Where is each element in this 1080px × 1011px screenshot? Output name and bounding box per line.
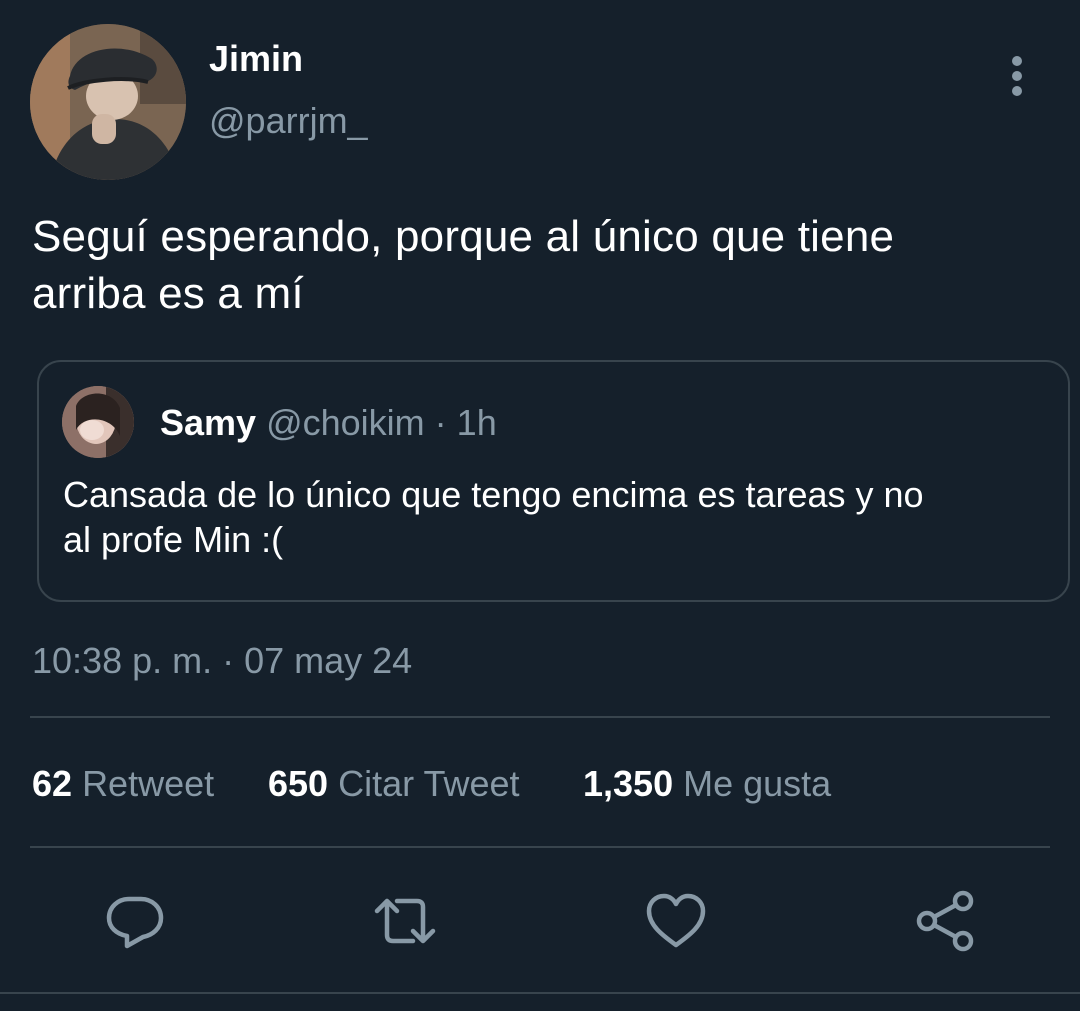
quoted-avatar-image: [62, 386, 134, 458]
quoted-tweet-text: Cansada de lo único que tengo encima es …: [63, 472, 1023, 562]
likes-stat[interactable]: 1,350 Me gusta: [583, 763, 831, 805]
retweet-button[interactable]: [373, 889, 437, 953]
share-button[interactable]: [913, 889, 977, 953]
quoted-tweet-age: 1h: [456, 402, 497, 443]
quoted-separator: ·: [424, 402, 457, 443]
reply-icon: [106, 896, 164, 949]
tweet-timestamp[interactable]: 10:38 p. m. · 07 may 24: [32, 640, 412, 682]
quoted-author-name[interactable]: Samy: [160, 402, 256, 443]
quote-tweets-count: 650: [268, 763, 329, 804]
author-avatar-image: [30, 24, 186, 180]
author-avatar[interactable]: [30, 24, 186, 180]
likes-label: Me gusta: [683, 763, 832, 804]
heart-icon: [646, 893, 706, 948]
tweet-text: Seguí esperando, porque al único que tie…: [32, 208, 1042, 322]
author-handle[interactable]: @parrjm_: [209, 100, 368, 142]
retweet-icon: [374, 898, 436, 944]
more-options-button[interactable]: [998, 52, 1038, 100]
quote-tweets-label: Citar Tweet: [338, 763, 520, 804]
retweets-stat[interactable]: 62 Retweet: [32, 763, 214, 805]
retweets-label: Retweet: [82, 763, 215, 804]
author-display-name[interactable]: Jimin: [209, 38, 303, 80]
likes-count: 1,350: [583, 763, 674, 804]
divider: [30, 716, 1050, 718]
quoted-text-line: Cansada de lo único que tengo encima es …: [63, 474, 924, 515]
retweets-count: 62: [32, 763, 73, 804]
quoted-author-avatar[interactable]: [62, 386, 134, 458]
quoted-author-handle[interactable]: @choikim: [266, 402, 425, 443]
bottom-divider: [0, 992, 1080, 994]
tweet-text-line: Seguí esperando, porque al único que tie…: [32, 212, 895, 261]
quoted-tweet-header: Samy @choikim · 1h: [160, 402, 497, 444]
reply-button[interactable]: [103, 889, 167, 953]
quoted-text-line: al profe Min :(: [63, 519, 284, 560]
divider: [30, 846, 1050, 848]
quote-tweets-stat[interactable]: 650 Citar Tweet: [268, 763, 520, 805]
tweet-text-line: arriba es a mí: [32, 269, 304, 318]
share-icon: [916, 890, 974, 952]
like-button[interactable]: [644, 889, 708, 953]
